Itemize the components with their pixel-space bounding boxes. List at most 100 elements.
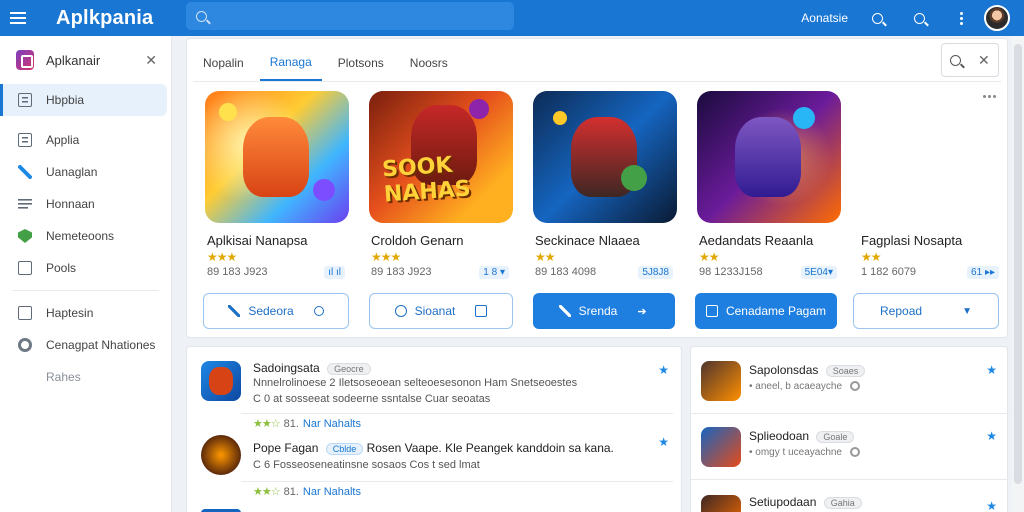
star-rating: ★★★ [207,250,237,264]
category-pill: Soaes [825,364,866,377]
game-card[interactable]: Aplkisai Nanapsa ★★★ 89 183 J923 ıl ıl [187,91,349,279]
scrollbar-thumb[interactable] [1014,44,1022,484]
app-icon [701,495,741,512]
sidebar-item-cenagpat[interactable]: Cenagpat Nhationes [0,329,167,361]
sidebar: Aplkanair ✕ Hbpbia Applia Uanaglan Honna… [0,36,172,512]
srenda-button[interactable]: Srenda ➔ [533,293,675,329]
avatar[interactable] [984,5,1010,31]
row-divider [241,413,673,414]
sidebar-item-honnaan[interactable]: Honnaan [0,188,167,220]
row-divider [241,481,673,482]
sidebar-item-applia[interactable]: Applia [0,124,167,156]
game-card[interactable]: Seckinace Nlaaea ★★ 89 183 4098 5J8J8 [515,91,677,279]
search-bar[interactable] [186,2,514,30]
star-icon[interactable]: ★ [986,363,997,377]
doc-icon [18,261,32,275]
close-icon[interactable]: ✕ [145,52,157,69]
list-item-sub: • aneel, b acaeayche [749,381,843,392]
sidebar-item-label: Rahes [46,370,81,384]
search-button-2[interactable] [906,5,932,31]
menu-icon[interactable] [0,0,36,36]
star-rating: ★★★ [371,250,401,264]
doc-icon [18,306,32,320]
game-thumbnail[interactable] [205,91,349,223]
sidebar-item-label: Hbpbia [46,93,85,107]
tab-noosrs[interactable]: Noosrs [400,45,458,81]
tab-ranaga[interactable]: Ranaga [259,45,322,81]
list-item-rating: ★★☆ 81. Nar Nahalts [253,418,361,430]
category-pill: Cblde [325,442,364,455]
pencil-icon [228,305,241,317]
sidebar-item-haptesin[interactable]: Haptesin [0,297,167,329]
list-item-rating: ★★☆ 81. Nar Nahalts [253,486,361,498]
list-item-title: Pope Fagan [253,441,319,455]
game-card[interactable]: Fagplasi Nosapta ★★ 1 182 6079 61 ▸▸ [841,91,999,279]
sidebar-header: Aplkanair ✕ [0,36,171,84]
star-icon[interactable]: ★ [658,363,669,377]
cenadame-pagam-button[interactable]: Cenadame Pagam [695,293,837,329]
game-title: Fagplasi Nosapta [861,233,963,248]
game-card[interactable]: SOOK NAHAS Croldoh Genarn ★★★ 89 183 J92… [351,91,513,279]
star-rating: ★★ [861,250,882,264]
sidebar-item-pools[interactable]: Pools [0,252,167,284]
sidebar-item-rahes[interactable]: Rahes [0,361,167,393]
row-divider [691,479,1009,480]
gear-icon [18,338,32,352]
app-icon [201,435,241,475]
related-apps-panel: Sapolonsdas Soaes • aneel, b acaeayche ★… [690,346,1009,512]
sidebar-item-label: Cenagpat Nhationes [46,338,156,352]
list-item-desc: Nnnelrolinoese 2 Iletsoseoean selteoeses… [253,377,578,389]
category-pill: Geocre [327,362,371,375]
game-badge: 1 8 ▾ [479,266,509,279]
repoad-button[interactable]: Repoad ▼ [853,293,999,329]
tab-nopalin[interactable]: Nopalin [193,45,254,81]
search-button[interactable] [864,5,890,31]
star-icon[interactable]: ★ [986,499,997,512]
sidebar-item-hbpbia[interactable]: Hbpbia [0,84,167,116]
more-vert-icon [959,16,963,20]
top-actions: Aonatsie [801,0,1024,36]
game-thumbnail[interactable] [697,91,841,223]
search-input[interactable] [215,9,495,23]
sidebar-item-nemeteoons[interactable]: Nemeteoons [0,220,167,252]
star-rating: ★★ [535,250,556,264]
category-pill: Gahia [823,496,862,509]
search-icon[interactable] [950,54,962,66]
star-icon[interactable]: ★ [658,435,669,449]
account-link[interactable]: Aonatsie [801,11,848,25]
app-logo-icon [16,50,34,70]
category-pill: Goale [816,430,855,443]
app-icon [701,361,741,401]
game-card[interactable]: Aedandats Reaanla ★★ 98 1233J158 5E04▾ [679,91,841,279]
grid-icon [18,93,32,107]
tab-bar: Nopalin Ranaga Plotsons Noosrs [193,45,464,81]
list-item-title-rest: Rosen Vaape. Kle Peangek kanddoin sa kan… [366,441,614,455]
game-title: Aplkisai Nanapsa [207,233,308,248]
sidebar-item-label: Haptesin [46,306,94,320]
brand-logo[interactable]: Aplkpania [56,7,153,30]
tab-plotsons[interactable]: Plotsons [328,45,394,81]
list-item-title: Sadoingsata [253,361,320,375]
list-item-sub: • omgy t uceayachne [749,447,842,458]
game-thumbnail[interactable] [533,91,677,223]
game-meta: 89 183 J923 [207,266,268,278]
tag-icon [394,305,407,317]
circle-icon [850,447,860,458]
star-icon[interactable]: ★ [986,429,997,443]
game-meta: 89 183 4098 [535,266,597,278]
game-title: Croldoh Genarn [371,233,464,248]
sioanat-button[interactable]: Sioanat [369,293,513,329]
more-vert-button[interactable] [948,5,974,31]
game-thumbnail[interactable]: SOOK NAHAS [369,91,513,223]
chevron-down-icon: ▼ [962,305,972,317]
sidebar-item-label: Uanaglan [46,165,98,179]
close-icon[interactable]: ✕ [978,52,990,69]
game-meta: 89 183 J923 [371,266,432,278]
sedeora-button[interactable]: Sedeora [203,293,349,329]
game-meta: 1 182 6079 [861,266,917,278]
pencil-icon [18,165,32,179]
list-item-title: Splieodoan [749,429,810,443]
image-icon [705,305,718,317]
sidebar-item-uanaglan[interactable]: Uanaglan [0,156,167,188]
game-logo-text: SOOK NAHAS [381,152,472,208]
